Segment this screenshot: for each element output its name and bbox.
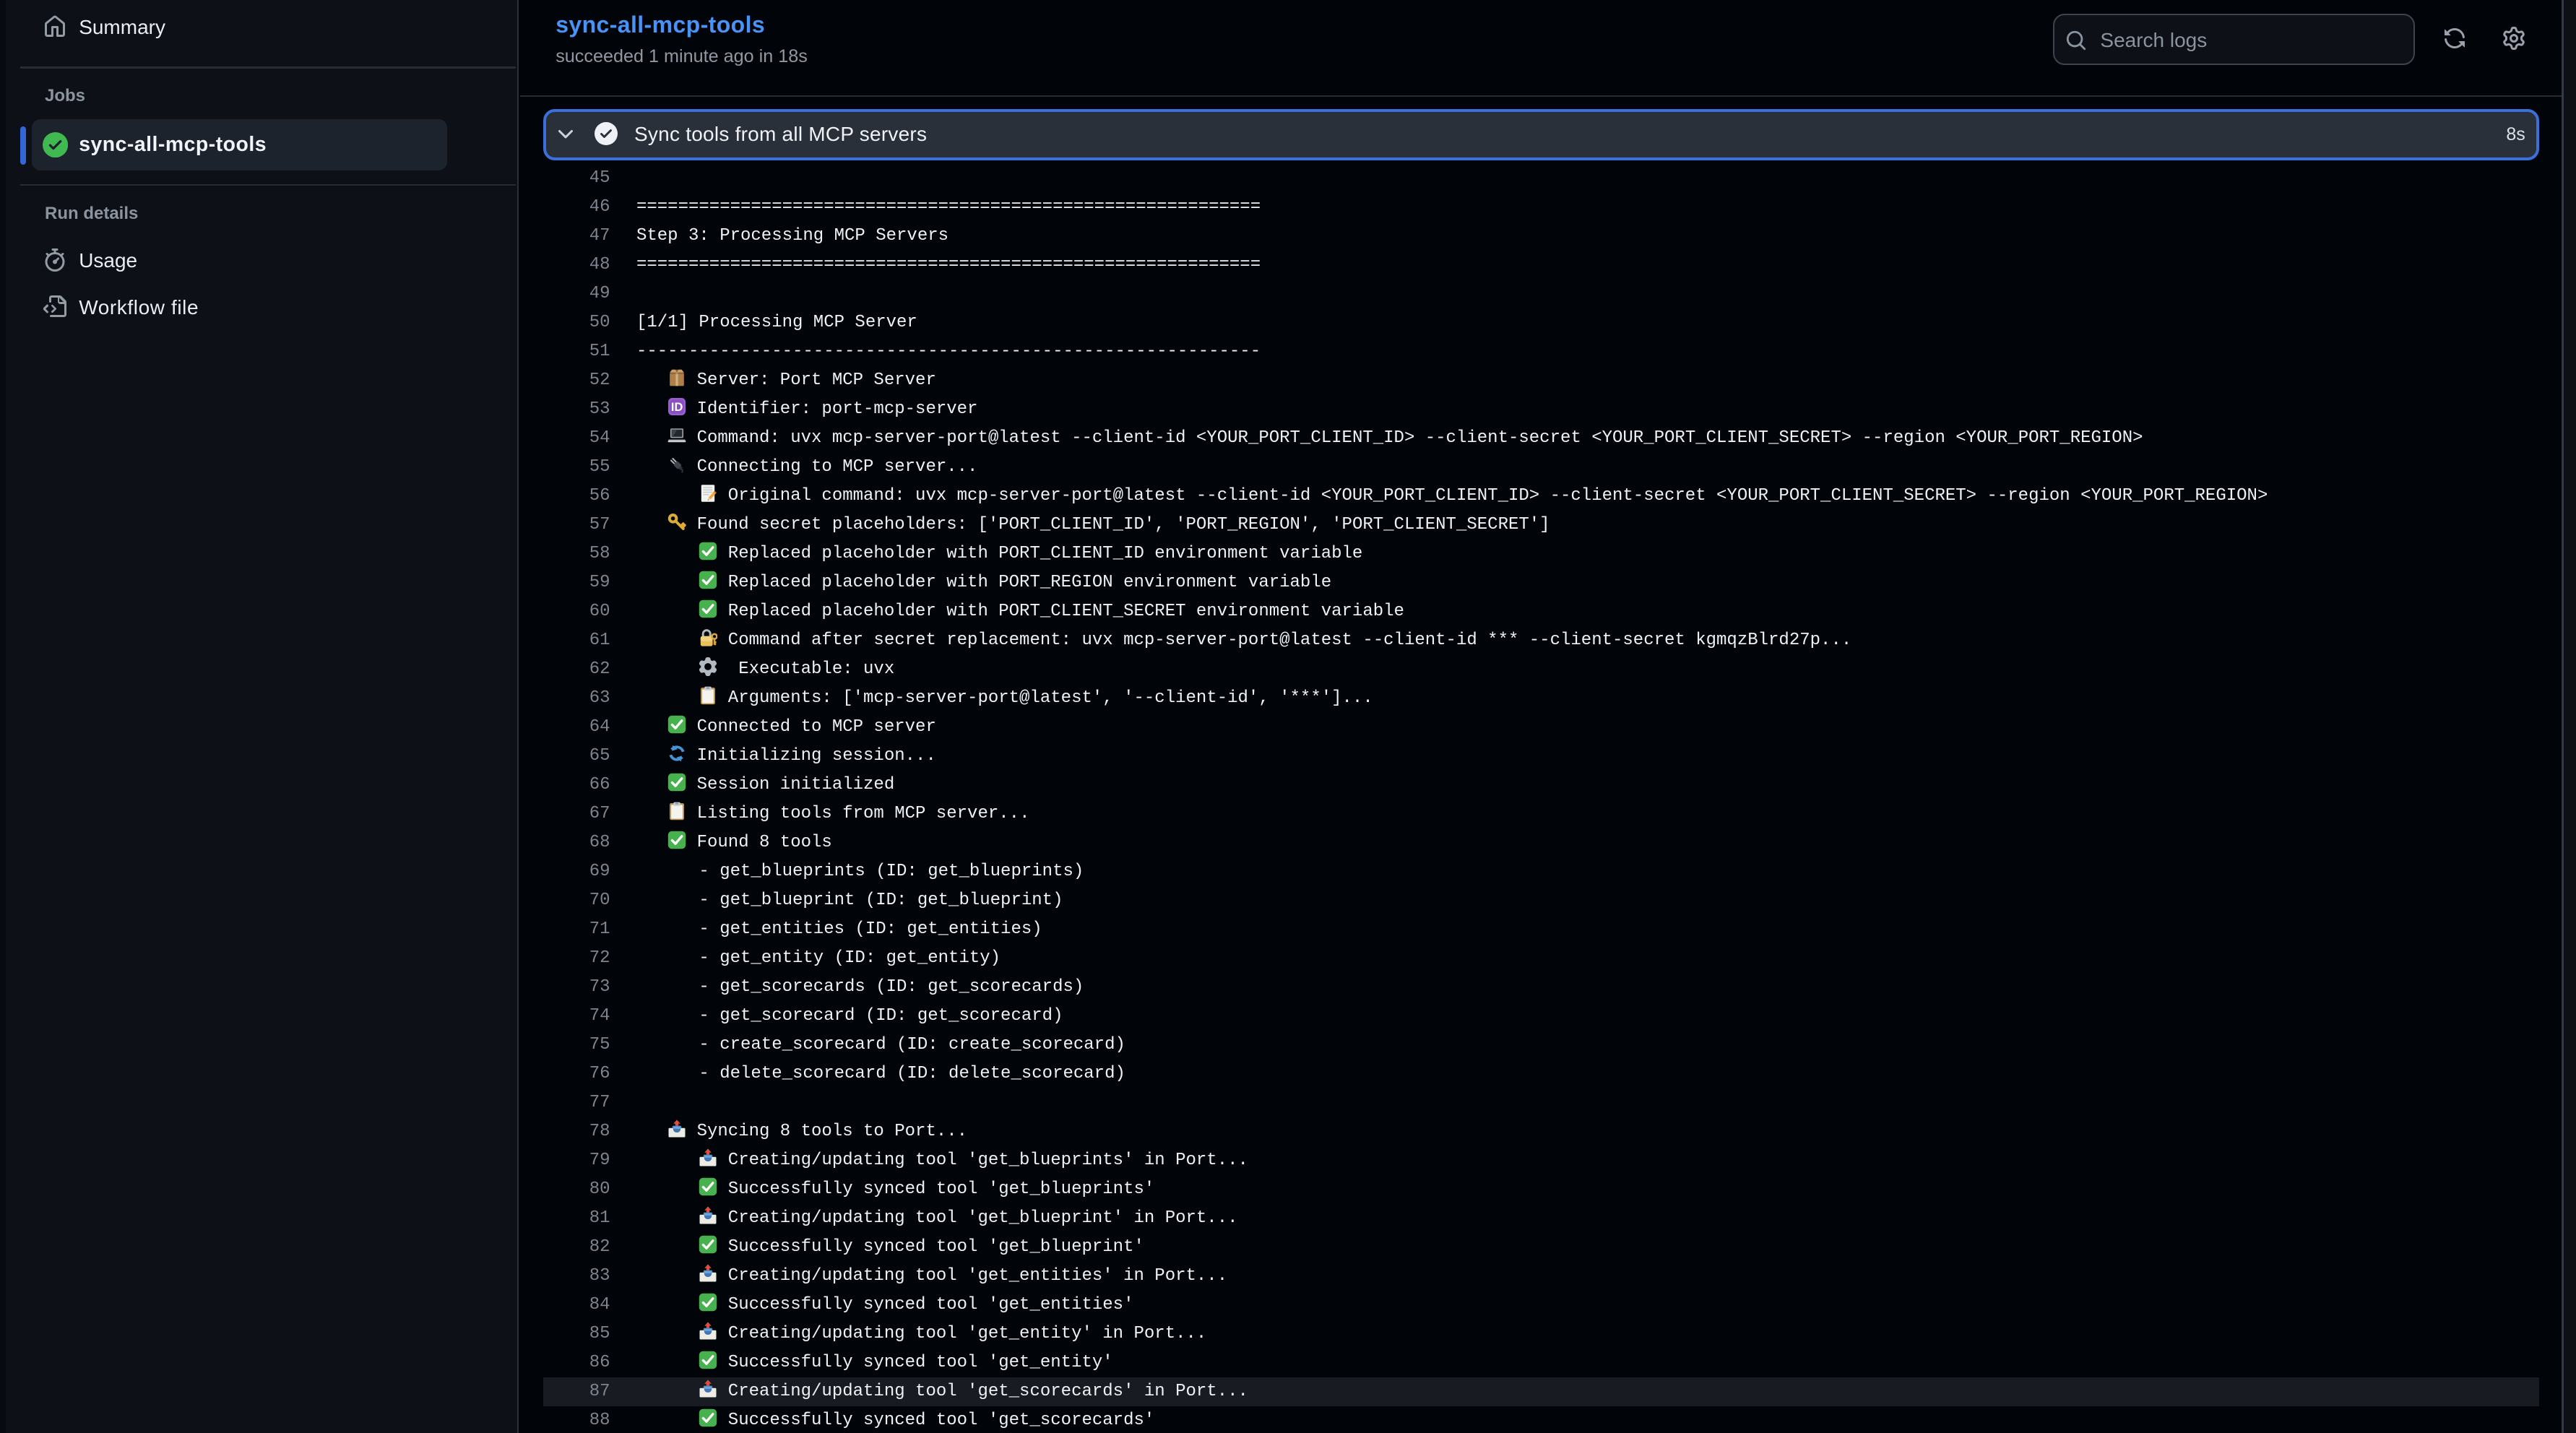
svg-text:ID: ID [671, 401, 683, 414]
